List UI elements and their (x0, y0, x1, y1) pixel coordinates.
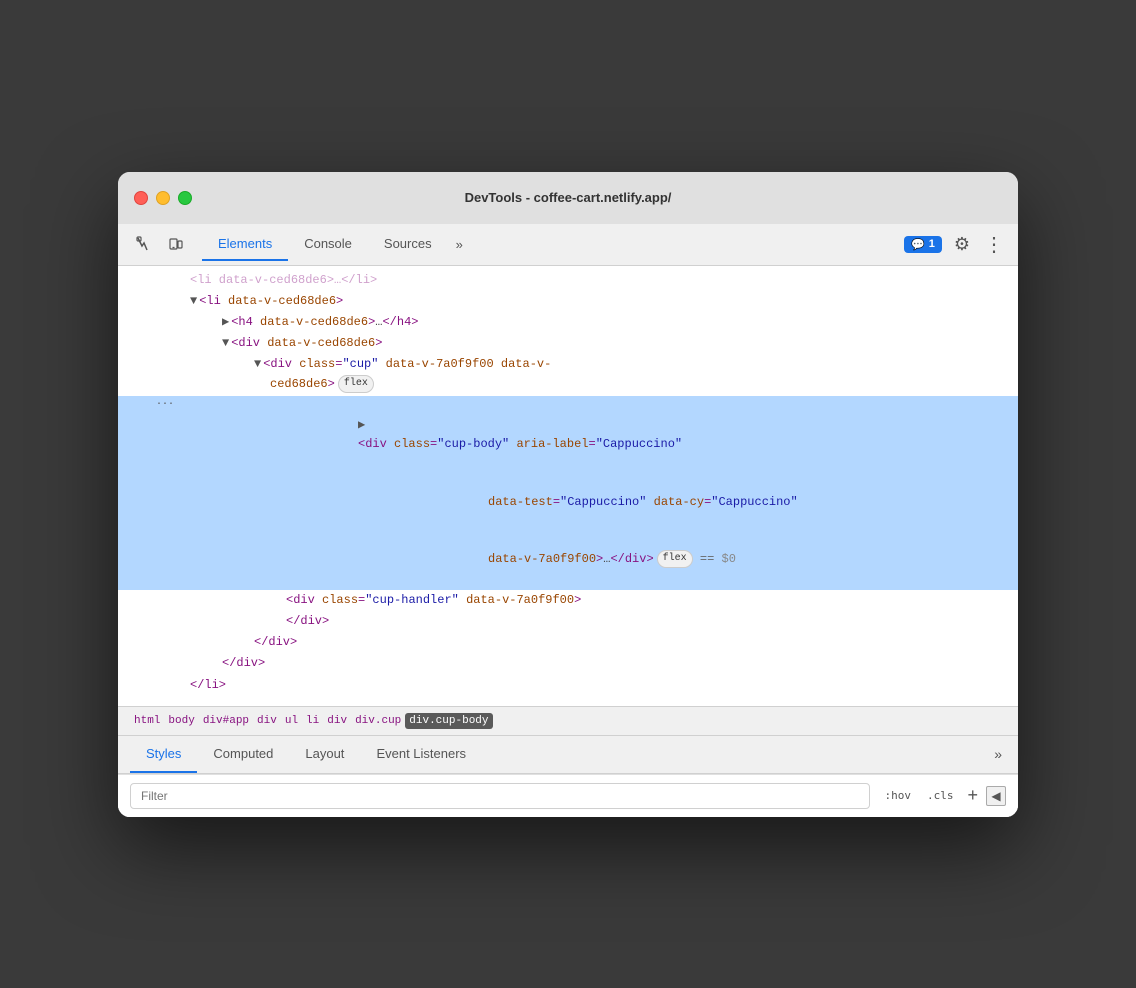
collapse-button[interactable]: ◀ (986, 786, 1006, 806)
html-line[interactable]: ced68de6>flex (118, 375, 1018, 395)
html-line[interactable]: </div> (118, 632, 1018, 653)
bottom-panel: Styles Computed Layout Event Listeners »… (118, 736, 1018, 817)
html-line[interactable]: ▶<h4 data-v-ced68de6>…</h4> (118, 312, 1018, 333)
toolbar-right: 💬 1 ⚙ ⋮ (904, 228, 1006, 261)
breadcrumb-item-html[interactable]: html (130, 713, 164, 729)
hov-button[interactable]: :hov (878, 786, 917, 805)
breadcrumb-item-ul[interactable]: ul (281, 713, 302, 729)
notification-badge[interactable]: 💬 1 (904, 236, 942, 253)
settings-button[interactable]: ⚙ (950, 230, 974, 259)
maximize-button[interactable] (178, 191, 192, 205)
inspect-element-button[interactable] (130, 230, 158, 258)
bottom-tabs: Styles Computed Layout Event Listeners » (118, 736, 1018, 774)
tab-sources[interactable]: Sources (368, 228, 448, 261)
html-line[interactable]: </div> (118, 653, 1018, 674)
breadcrumb-item-li[interactable]: li (302, 713, 323, 729)
html-line[interactable]: ▼<div data-v-ced68de6> (118, 333, 1018, 354)
close-button[interactable] (134, 191, 148, 205)
html-line[interactable]: </div> (118, 611, 1018, 632)
titlebar: DevTools - coffee-cart.netlify.app/ (118, 172, 1018, 224)
cls-button[interactable]: .cls (921, 786, 960, 805)
breadcrumb-item-divcup[interactable]: div.cup (351, 713, 405, 729)
tab-computed[interactable]: Computed (197, 736, 289, 773)
filter-bar: :hov .cls + ◀ (118, 774, 1018, 817)
more-bottom-tabs-button[interactable]: » (990, 738, 1006, 770)
filter-actions: :hov .cls + ◀ (878, 785, 1006, 806)
html-line[interactable]: ▼<div class="cup" data-v-7a0f9f00 data-v… (118, 354, 1018, 375)
more-tabs-button[interactable]: » (452, 233, 467, 256)
notification-icon: 💬 (911, 238, 925, 251)
breadcrumb-item-divapp[interactable]: div#app (199, 713, 253, 729)
add-style-button[interactable]: + (963, 785, 982, 806)
minimize-button[interactable] (156, 191, 170, 205)
html-line[interactable]: <li data-v-ced68de6>…</li> (118, 270, 1018, 291)
selected-element-line[interactable]: ··· ▶ <div class="cup-body" aria-label="… (118, 396, 1018, 590)
breadcrumb-item-div2[interactable]: div (323, 713, 351, 729)
filter-input[interactable] (130, 783, 870, 809)
html-line[interactable]: </li> (118, 675, 1018, 696)
html-line[interactable]: <div class="cup-handler" data-v-7a0f9f00… (118, 590, 1018, 611)
main-tabs: Elements Console Sources (202, 228, 448, 261)
toolbar: Elements Console Sources » 💬 1 ⚙ ⋮ (118, 224, 1018, 266)
tab-layout[interactable]: Layout (289, 736, 360, 773)
html-line[interactable]: ▼<li data-v-ced68de6> (118, 291, 1018, 312)
breadcrumb: html body div#app div ul li div div.cup … (118, 706, 1018, 736)
traffic-lights (134, 191, 192, 205)
breadcrumb-item-body[interactable]: body (164, 713, 198, 729)
device-toolbar-button[interactable] (162, 230, 190, 258)
elements-panel: <li data-v-ced68de6>…</li> ▼<li data-v-c… (118, 266, 1018, 706)
toolbar-icons (130, 230, 190, 258)
tab-console[interactable]: Console (288, 228, 368, 261)
tab-styles[interactable]: Styles (130, 736, 197, 773)
tab-elements[interactable]: Elements (202, 228, 288, 261)
notification-count: 1 (929, 238, 935, 250)
breadcrumb-item-divcupbody[interactable]: div.cup-body (405, 713, 492, 729)
tab-event-listeners[interactable]: Event Listeners (360, 736, 482, 773)
more-options-button[interactable]: ⋮ (982, 228, 1006, 261)
devtools-window: DevTools - coffee-cart.netlify.app/ (118, 172, 1018, 817)
window-title: DevTools - coffee-cart.netlify.app/ (465, 190, 672, 205)
breadcrumb-item-div1[interactable]: div (253, 713, 281, 729)
devtools-panel: Elements Console Sources » 💬 1 ⚙ ⋮ <li d… (118, 224, 1018, 817)
